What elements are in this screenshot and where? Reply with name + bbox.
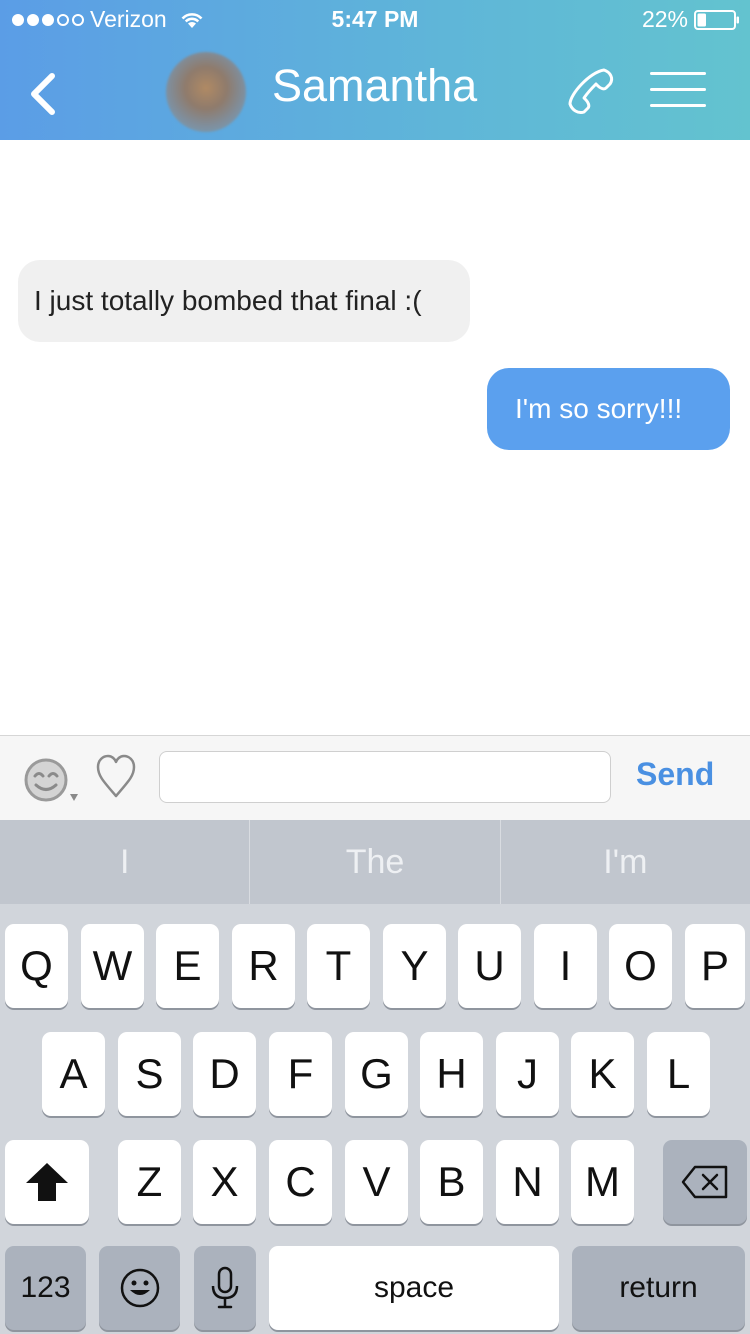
key-j[interactable]: J (496, 1032, 559, 1116)
microphone-icon (211, 1266, 239, 1309)
key-q[interactable]: Q (5, 924, 68, 1008)
key-d[interactable]: D (193, 1032, 256, 1116)
key-b[interactable]: B (420, 1140, 483, 1224)
battery-percentage: 22% (641, 6, 688, 32)
key-x[interactable]: X (193, 1140, 256, 1224)
key-y[interactable]: Y (383, 924, 446, 1008)
key-z[interactable]: Z (118, 1140, 181, 1224)
backspace-icon (681, 1165, 728, 1199)
key-n[interactable]: N (496, 1140, 559, 1224)
emoji-picker-icon[interactable] (22, 756, 84, 806)
keyboard: I The I'm Q W E R T Y U I O P A S D F G … (0, 820, 750, 1334)
battery-group: 22% (642, 6, 740, 33)
incoming-message: I just totally bombed that final :( (18, 260, 470, 342)
predictive-suggestions: I The I'm (0, 820, 750, 904)
key-u[interactable]: U (458, 924, 521, 1008)
return-key[interactable]: return (572, 1246, 745, 1330)
dictation-key[interactable] (194, 1246, 256, 1330)
status-time: 5:47 PM (331, 6, 419, 32)
composer-bar: Send (0, 735, 750, 821)
shift-key[interactable] (5, 1140, 89, 1224)
key-h[interactable]: H (420, 1032, 483, 1116)
key-e[interactable]: E (156, 924, 219, 1008)
key-k[interactable]: K (571, 1032, 634, 1116)
backspace-key[interactable] (663, 1140, 747, 1224)
key-o[interactable]: O (609, 924, 672, 1008)
contact-avatar[interactable] (166, 52, 246, 132)
message-input[interactable] (159, 751, 611, 803)
key-c[interactable]: C (269, 1140, 332, 1224)
suggestion-item[interactable]: The (249, 820, 499, 904)
key-s[interactable]: S (118, 1032, 181, 1116)
key-t[interactable]: T (307, 924, 370, 1008)
space-key[interactable]: space (269, 1246, 559, 1330)
shift-icon (26, 1163, 68, 1201)
key-l[interactable]: L (647, 1032, 710, 1116)
message-text: I just totally bombed that final :( (34, 285, 422, 316)
key-p[interactable]: P (685, 924, 745, 1008)
key-i[interactable]: I (534, 924, 597, 1008)
suggestion-item[interactable]: I'm (499, 820, 750, 904)
heart-icon[interactable] (96, 752, 136, 802)
status-bar: Verizon 5:47 PM 22% (0, 0, 750, 36)
key-f[interactable]: F (269, 1032, 332, 1116)
key-w[interactable]: W (81, 924, 144, 1008)
emoji-icon (120, 1268, 159, 1308)
message-text: I'm so sorry!!! (515, 393, 683, 424)
key-g[interactable]: G (345, 1032, 408, 1116)
send-button[interactable]: Send (636, 756, 714, 793)
key-a[interactable]: A (42, 1032, 105, 1116)
outgoing-message: I'm so sorry!!! (487, 368, 730, 450)
battery-icon (694, 9, 739, 30)
menu-icon[interactable] (650, 72, 706, 108)
contact-name[interactable]: Samantha (272, 60, 477, 112)
phone-icon[interactable] (566, 64, 618, 116)
back-icon[interactable] (24, 68, 64, 120)
suggestion-item[interactable]: I (0, 820, 249, 904)
numbers-key[interactable]: 123 (5, 1246, 86, 1330)
chat-header: Verizon 5:47 PM 22% Samantha (0, 0, 750, 140)
emoji-key[interactable] (99, 1246, 180, 1330)
key-m[interactable]: M (571, 1140, 634, 1224)
key-r[interactable]: R (232, 924, 295, 1008)
key-v[interactable]: V (345, 1140, 408, 1224)
